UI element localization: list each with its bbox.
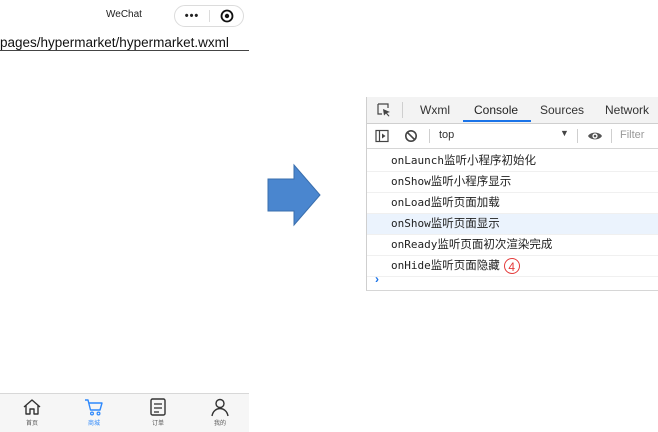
tab-network[interactable]: Network [605,103,649,117]
tab-sources[interactable]: Sources [540,103,584,117]
log-entry: onLoad监听页面加载 [367,193,658,214]
log-text: 监听页面隐藏 [430,260,500,272]
log-entry-highlighted: onShow监听页面显示 [367,214,658,235]
user-icon [211,398,229,417]
log-text: 监听页面加载 [430,197,500,209]
context-selector[interactable]: top [439,129,454,141]
toggle-sidebar-icon[interactable] [375,129,389,143]
tab-mall[interactable]: 商城 [74,397,114,427]
close-target-icon [220,9,233,23]
log-text: 监听页面初次渲染完成 [437,239,553,251]
log-fn: onLaunch [391,154,444,167]
console-prompt[interactable]: › [375,272,379,286]
tab-console[interactable]: Console [474,103,518,117]
clear-console-icon[interactable] [404,129,418,143]
log-entry: onReady监听页面初次渲染完成 [367,235,658,256]
toolbar-divider-3 [611,129,612,143]
tab-home-label: 首页 [25,421,38,427]
devtools-panel: Wxml Console Sources Network top ▼ Filte… [366,97,658,291]
console-log-list: onLaunch监听小程序初始化 onShow监听小程序显示 onLoad监听页… [367,151,658,277]
more-button[interactable]: ••• [175,6,209,26]
log-fn: onReady [391,238,438,251]
tab-mall-label: 商城 [87,421,100,427]
close-button[interactable] [210,9,243,23]
log-fn: onShow [391,217,431,230]
toolbar-divider [429,129,430,143]
log-text: 监听小程序显示 [430,176,512,188]
tab-profile[interactable]: 我的 [200,397,240,427]
eye-icon[interactable] [587,129,603,143]
nav-title: WeChat [106,9,142,20]
tab-divider [402,102,403,118]
tab-wxml[interactable]: Wxml [420,103,450,117]
log-entry: onHide监听页面隐藏 4 [367,256,658,277]
log-fn: onLoad [391,196,431,209]
chevron-down-icon[interactable]: ▼ [560,128,569,138]
order-icon [150,398,166,416]
log-fn: onShow [391,175,431,188]
log-text: 监听小程序初始化 [443,155,536,167]
log-text: 监听页面显示 [430,218,500,230]
cart-icon [85,399,103,416]
simulator-nav-bar: WeChat ••• [0,0,249,33]
tab-home[interactable]: 首页 [12,397,52,427]
page-path: pages/hypermarket/hypermarket.wxml [0,35,229,50]
toolbar-divider-2 [577,129,578,143]
tab-orders[interactable]: 订单 [138,397,178,427]
step-badge: 4 [503,257,520,274]
inspect-element-icon[interactable] [377,103,391,117]
tab-profile-label: 我的 [213,421,226,427]
tab-bar: 首页 商城 订单 我的 [0,393,249,432]
tab-orders-label: 订单 [151,421,164,427]
home-icon [23,399,41,415]
active-tab-indicator [463,120,531,122]
capsule-menu: ••• [174,5,244,27]
log-entry: onShow监听小程序显示 [367,172,658,193]
log-fn: onHide [391,259,431,272]
filter-input[interactable]: Filter [620,129,644,141]
console-toolbar: top ▼ Filter [367,124,658,149]
log-entry: onLaunch监听小程序初始化 [367,151,658,172]
path-divider [0,50,249,51]
devtools-tab-strip: Wxml Console Sources Network [367,97,658,124]
right-arrow-icon [267,163,321,227]
